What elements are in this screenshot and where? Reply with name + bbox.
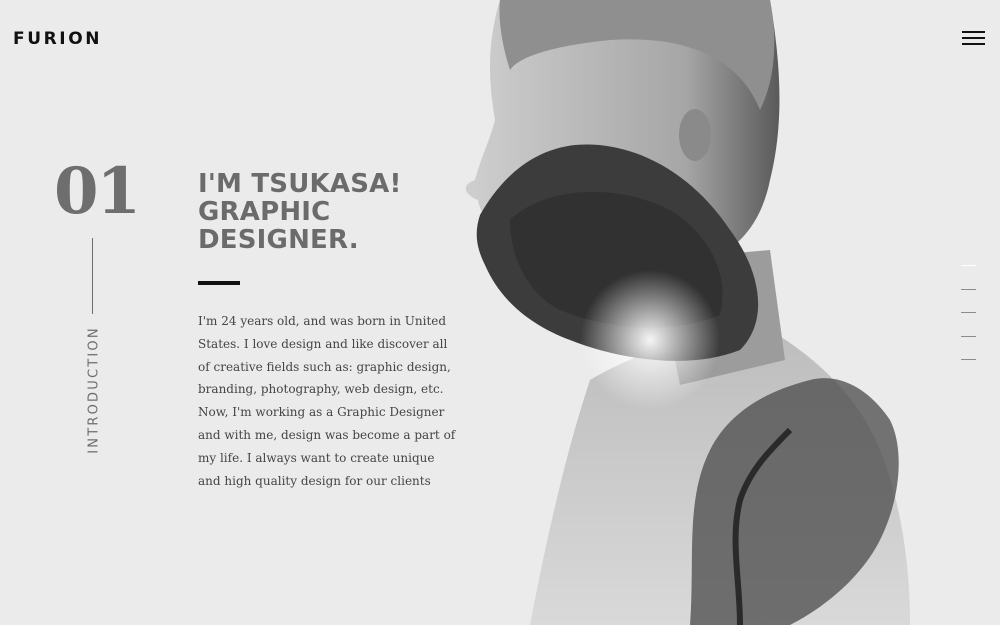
intro-bio: I'm 24 years old, and was born in United…: [198, 314, 456, 488]
section-number: 01: [54, 154, 141, 229]
menu-bar: [962, 37, 985, 39]
section-divider-line: [92, 238, 93, 314]
pagination-dot[interactable]: [961, 265, 976, 266]
menu-bar: [962, 43, 985, 45]
headline-line: DESIGNER.: [198, 225, 359, 255]
pagination: [961, 265, 977, 383]
menu-bar: [962, 31, 985, 33]
headline-line: GRAPHIC: [198, 197, 331, 227]
pagination-dot[interactable]: [961, 312, 976, 313]
hamburger-menu-icon[interactable]: [962, 30, 986, 46]
headline-accent-bar: [198, 281, 240, 285]
headline-line: I'M TSUKASA!: [198, 169, 402, 199]
pagination-dot[interactable]: [961, 359, 976, 360]
pagination-dot[interactable]: [961, 335, 976, 337]
section-label-text: INTRODUCTION: [86, 326, 102, 454]
intro-headline: I'M TSUKASA! GRAPHIC DESIGNER.: [198, 170, 458, 254]
site-logo[interactable]: FURION: [13, 29, 102, 49]
pagination-dot[interactable]: [961, 288, 976, 290]
portrait-image: [465, 0, 910, 625]
